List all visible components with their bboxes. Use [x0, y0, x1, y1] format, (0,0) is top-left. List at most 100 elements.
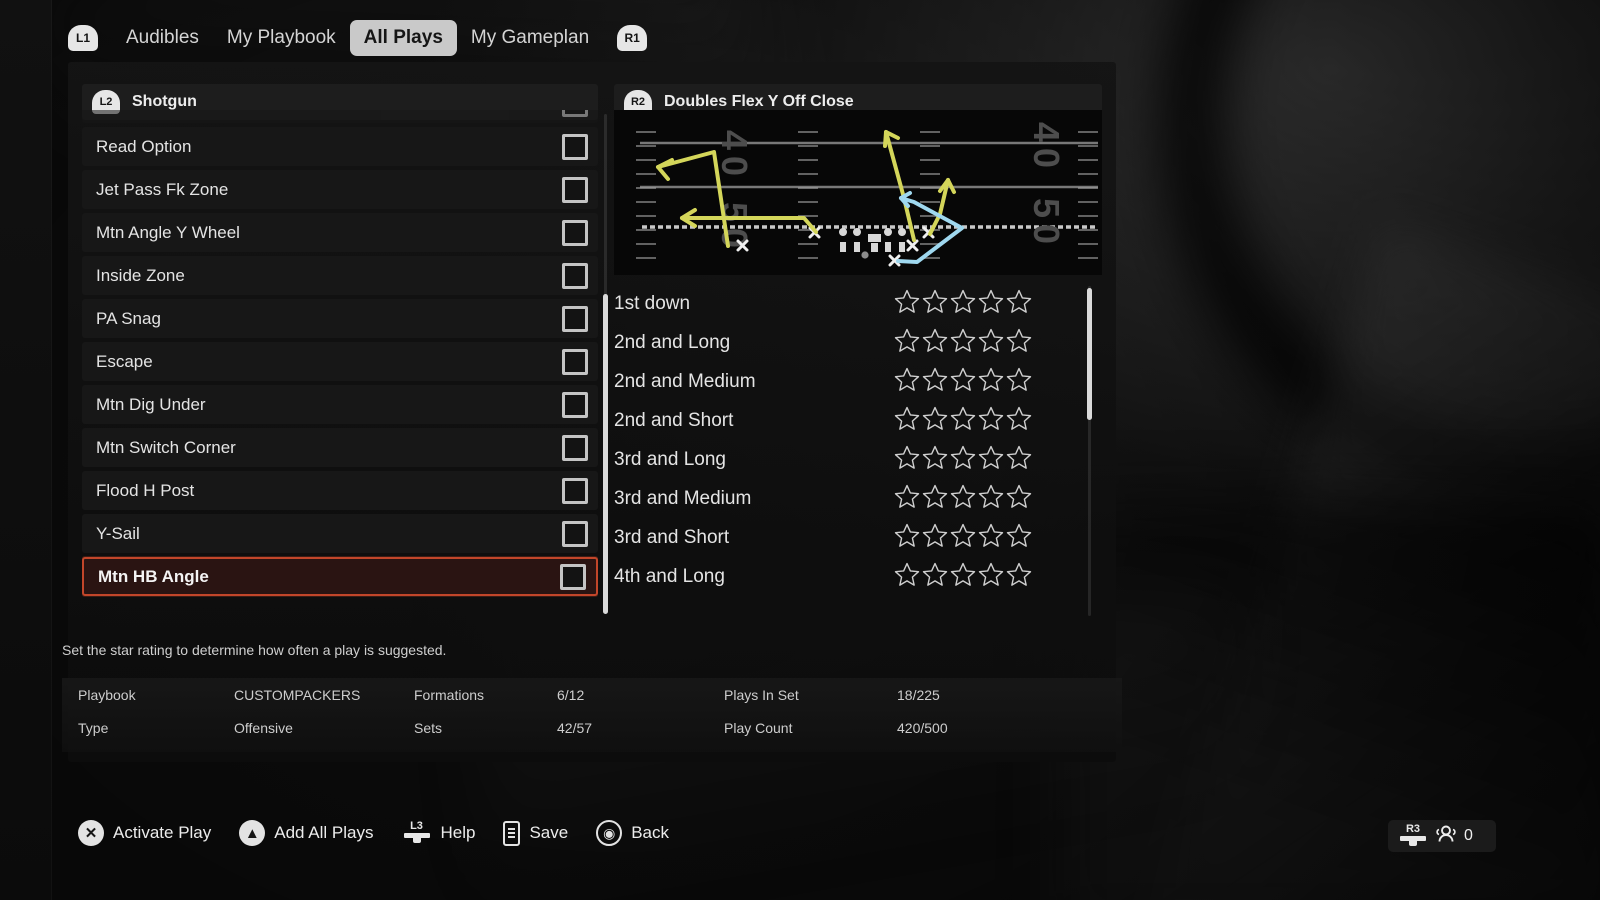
star-icon[interactable]: [922, 328, 948, 358]
circle-button-icon[interactable]: ◉: [596, 820, 623, 846]
star-icon[interactable]: [950, 445, 976, 475]
play-list-scrollbar-thumb[interactable]: [603, 294, 608, 614]
star-icon[interactable]: [1006, 367, 1032, 397]
star-icon[interactable]: [978, 328, 1004, 358]
star-icon[interactable]: [1006, 484, 1032, 514]
situation-rating-row[interactable]: 3rd and Long: [614, 440, 1102, 479]
star-icon[interactable]: [950, 406, 976, 436]
play-list-item[interactable]: Read Option: [82, 127, 598, 166]
star-icon[interactable]: [950, 328, 976, 358]
star-icon[interactable]: [950, 289, 976, 319]
tab-audibles[interactable]: Audibles: [112, 20, 213, 56]
star-icon[interactable]: [922, 289, 948, 319]
star-rating[interactable]: [894, 328, 1032, 358]
star-icon[interactable]: [894, 289, 920, 319]
situation-rating-row[interactable]: 1st down: [614, 284, 1102, 323]
star-icon[interactable]: [894, 484, 920, 514]
play-checkbox[interactable]: [560, 563, 586, 590]
star-rating[interactable]: [894, 289, 1032, 319]
star-rating[interactable]: [894, 367, 1032, 397]
situation-rating-row[interactable]: 2nd and Medium: [614, 362, 1102, 401]
star-icon[interactable]: [894, 445, 920, 475]
situation-rating-row[interactable]: 3rd and Medium: [614, 479, 1102, 518]
play-checkbox[interactable]: [562, 477, 588, 504]
r1-bumper-icon[interactable]: R1: [617, 25, 648, 51]
action-back[interactable]: ◉ Back: [596, 820, 669, 846]
play-checkbox[interactable]: [562, 176, 588, 203]
play-list-item[interactable]: Mtn Angle Y Wheel: [82, 213, 598, 252]
star-icon[interactable]: [1006, 328, 1032, 358]
play-list-item[interactable]: PA Snag: [82, 299, 598, 338]
star-icon[interactable]: [1006, 289, 1032, 319]
star-icon[interactable]: [978, 484, 1004, 514]
star-icon[interactable]: [922, 445, 948, 475]
play-list-item[interactable]: Flood H Post: [82, 471, 598, 510]
star-icon[interactable]: [894, 523, 920, 553]
play-list[interactable]: RPO Zone Peek Glance Read Option Jet Pass …: [82, 110, 598, 618]
star-icon[interactable]: [978, 562, 1004, 592]
play-checkbox[interactable]: [562, 110, 588, 117]
star-icon[interactable]: [894, 562, 920, 592]
play-checkbox[interactable]: [562, 434, 588, 461]
play-checkbox[interactable]: [562, 305, 588, 332]
star-icon[interactable]: [978, 445, 1004, 475]
cross-button-icon[interactable]: ✕: [78, 820, 104, 846]
star-rating[interactable]: [894, 406, 1032, 436]
star-rating[interactable]: [894, 523, 1032, 553]
star-icon[interactable]: [978, 523, 1004, 553]
action-add-all-plays[interactable]: ▲ Add All Plays: [239, 820, 374, 846]
triangle-button-icon[interactable]: ▲: [239, 820, 266, 846]
star-rating[interactable]: [894, 445, 1032, 475]
star-icon[interactable]: [950, 523, 976, 553]
star-icon[interactable]: [894, 367, 920, 397]
star-icon[interactable]: [1006, 523, 1032, 553]
star-icon[interactable]: [978, 289, 1004, 319]
star-rating[interactable]: [894, 562, 1032, 592]
play-list-item[interactable]: RPO Zone Peek Glance: [82, 110, 598, 123]
play-checkbox[interactable]: [562, 391, 588, 418]
tab-my-gameplan[interactable]: My Gameplan: [457, 20, 603, 56]
touchpad-button-icon[interactable]: [503, 820, 521, 846]
play-list-item[interactable]: Y-Sail: [82, 514, 598, 553]
online-status-indicator[interactable]: R3 0: [1388, 820, 1496, 852]
play-checkbox[interactable]: [562, 219, 588, 246]
star-icon[interactable]: [950, 367, 976, 397]
star-icon[interactable]: [950, 562, 976, 592]
situation-rating-row[interactable]: 3rd and Short: [614, 518, 1102, 557]
situation-rating-list[interactable]: 1st down 2nd and Long 2nd and Medium 2nd an…: [614, 284, 1102, 618]
play-list-item[interactable]: Inside Zone: [82, 256, 598, 295]
situation-rating-row[interactable]: 2nd and Long: [614, 323, 1102, 362]
star-icon[interactable]: [894, 406, 920, 436]
play-list-item[interactable]: Escape: [82, 342, 598, 381]
action-save[interactable]: Save: [503, 820, 568, 846]
star-icon[interactable]: [894, 328, 920, 358]
star-icon[interactable]: [922, 406, 948, 436]
star-icon[interactable]: [1006, 445, 1032, 475]
star-icon[interactable]: [978, 406, 1004, 436]
star-icon[interactable]: [922, 523, 948, 553]
play-checkbox[interactable]: [562, 520, 588, 547]
ratings-scrollbar-thumb[interactable]: [1087, 288, 1092, 420]
situation-rating-row[interactable]: 2nd and Short: [614, 401, 1102, 440]
star-icon[interactable]: [922, 484, 948, 514]
tab-my-playbook[interactable]: My Playbook: [213, 20, 350, 56]
play-list-item[interactable]: Mtn HB Angle: [82, 557, 598, 596]
play-list-item[interactable]: Mtn Dig Under: [82, 385, 598, 424]
situation-rating-row[interactable]: 4th and Long: [614, 557, 1102, 596]
star-icon[interactable]: [1006, 562, 1032, 592]
star-icon[interactable]: [950, 484, 976, 514]
star-icon[interactable]: [1006, 406, 1032, 436]
play-checkbox[interactable]: [562, 348, 588, 375]
play-list-item[interactable]: Mtn Switch Corner: [82, 428, 598, 467]
action-activate-play[interactable]: ✕ Activate Play: [78, 820, 211, 846]
tab-all-plays[interactable]: All Plays: [349, 20, 457, 56]
play-checkbox[interactable]: [562, 133, 588, 160]
star-icon[interactable]: [922, 367, 948, 397]
l1-bumper-icon[interactable]: L1: [68, 25, 98, 51]
play-checkbox[interactable]: [562, 262, 588, 289]
star-icon[interactable]: [922, 562, 948, 592]
play-list-item[interactable]: Jet Pass Fk Zone: [82, 170, 598, 209]
star-icon[interactable]: [978, 367, 1004, 397]
action-help[interactable]: L3 Help: [402, 820, 475, 846]
l3-stick-icon[interactable]: L3: [402, 820, 432, 846]
